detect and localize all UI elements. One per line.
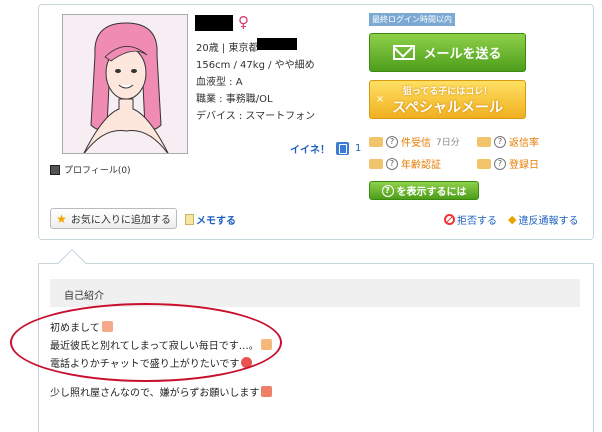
help-icon[interactable]: ? — [386, 135, 398, 148]
add-favorite-button[interactable]: ★ お気に入りに追加する — [50, 208, 177, 229]
age-verify-stat: ? 年齢認証 — [369, 156, 441, 171]
help-icon[interactable]: ? — [494, 135, 506, 148]
emoji-icon — [261, 386, 273, 397]
blood-type: 血液型 : A — [196, 77, 243, 88]
report-link[interactable]: ◆ 違反通報する — [508, 212, 578, 227]
like-count: 1 — [355, 143, 362, 154]
memo-icon — [185, 214, 194, 225]
help-icon[interactable]: ? — [386, 157, 398, 170]
annotation-ellipse — [10, 303, 282, 382]
profile-photos-link[interactable]: プロフィール(0) — [50, 163, 131, 176]
last-login-badge: 最終ログイン時間以内 — [369, 13, 455, 26]
received-label: 件受信 — [401, 138, 431, 149]
help-icon[interactable]: ? — [494, 157, 506, 170]
device-info: デバイス : スマートフォン — [196, 111, 316, 122]
reply-stat-icon — [477, 136, 491, 147]
age-verify-label: 年齢認証 — [401, 160, 441, 171]
reply-rate-stat: ? 返信率 — [477, 134, 539, 149]
avatar-illustration — [63, 15, 187, 153]
special-x-mark: × — [376, 94, 385, 105]
thumbs-up-icon[interactable] — [336, 142, 349, 155]
profile-avatar[interactable] — [62, 14, 188, 154]
registered-date-stat: ? 登録日 — [477, 156, 539, 171]
intro-line-text: 少し照れ屋さんなので、嫌がらずお願いします — [50, 388, 260, 399]
memo-label: メモする — [196, 216, 236, 227]
age-location: 20歳 | 東京都 — [196, 43, 259, 54]
received-period: 7日分 — [436, 138, 460, 148]
block-link[interactable]: 拒否する — [444, 212, 497, 227]
block-icon — [444, 214, 455, 225]
send-mail-button[interactable]: メールを送る — [369, 33, 526, 72]
intro-line: 少し照れ屋さんなので、嫌がらずお願いします — [50, 384, 273, 399]
profile-link-label: プロフィール(0) — [64, 166, 131, 176]
calendar-icon — [477, 158, 491, 169]
mail-stat-icon — [369, 136, 383, 147]
show-stats-button[interactable]: ? を表示するには — [369, 181, 479, 200]
memo-link[interactable]: メモする — [185, 212, 236, 227]
report-label: 違反通報する — [518, 216, 579, 227]
warning-icon: ◆ — [508, 213, 517, 226]
send-mail-label: メールを送る — [423, 47, 502, 62]
like-label: イイネ！ — [290, 145, 330, 156]
like-area[interactable]: イイネ！ 1 — [290, 141, 361, 156]
special-mail-subtitle: 狙ってる子にはコレ！ — [402, 87, 493, 97]
reply-rate-label: 返信率 — [509, 138, 539, 149]
registered-label: 登録日 — [509, 160, 539, 171]
star-icon: ★ — [56, 211, 67, 226]
envelope-icon — [393, 45, 416, 60]
special-mail-button[interactable]: × 狙ってる子にはコレ！ スペシャルメール — [369, 80, 526, 119]
special-mail-title: スペシャルメール — [391, 100, 504, 116]
help-icon: ? — [381, 184, 394, 197]
film-icon — [50, 164, 60, 175]
id-card-icon — [369, 158, 383, 169]
username-redacted — [195, 15, 233, 31]
location-redacted — [257, 38, 297, 50]
received-count-stat: ? 件受信 7日分 — [369, 134, 460, 149]
add-favorite-label: お気に入りに追加する — [70, 215, 171, 226]
show-stats-label: を表示するには — [396, 187, 467, 198]
occupation: 職業 : 事務職/OL — [196, 94, 273, 105]
female-icon: ♀ — [238, 13, 249, 31]
body-info: 156cm / 47kg / やや細め — [196, 60, 315, 71]
block-label: 拒否する — [457, 216, 497, 227]
